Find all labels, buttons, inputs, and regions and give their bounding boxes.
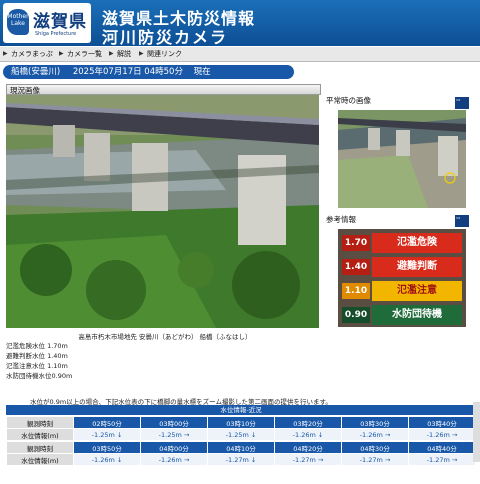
gauge-value: 1.40: [342, 259, 370, 275]
time-row-label: 観測時刻: [6, 416, 74, 429]
time-cell: 04時10分: [207, 441, 275, 454]
time-cell: 04時00分: [140, 441, 208, 454]
nav-camera-map[interactable]: カメラまっぷ: [2, 48, 53, 60]
gauge-label: 氾濫危険: [372, 233, 462, 253]
time-cell: 03時20分: [274, 416, 342, 429]
level-value: 1.10m: [47, 362, 68, 370]
logo-name: 滋賀県: [33, 12, 87, 32]
level-label: 水防団待機水位: [6, 372, 52, 380]
value-row: 水位情報(m) -1.26m ↓ -1.26m → -1.27m ↓ -1.27…: [6, 453, 476, 466]
gauge-value: 0.90: [342, 307, 370, 323]
scrollbar[interactable]: [473, 402, 480, 462]
reference-gauge-image[interactable]: 1.70 氾濫危険 1.40 避難判断 1.10 氾濫注意 0.90 水防団待機: [338, 229, 466, 327]
gauge-label: 氾濫注意: [372, 281, 462, 301]
value-cell: -1.25m ↓: [73, 428, 141, 441]
water-level-table-1: 観測時刻 02時50分 03時00分 03時10分 03時20分 03時30分 …: [6, 416, 476, 441]
value-cell: -1.27m →: [341, 453, 409, 466]
gauge-row-4: 0.90 水防団待機: [342, 303, 462, 325]
camera-caption: 高島市朽木市場地先 安曇川（あどがわ） 船橋（ふなはし）: [78, 333, 252, 341]
value-row-label: 水位情報(m): [6, 428, 74, 441]
value-cell: -1.25m →: [140, 428, 208, 441]
reference-header: 参考情報: [326, 215, 356, 224]
current-image-header: 現況画像: [6, 84, 321, 95]
time-cell: 04時20分: [274, 441, 342, 454]
gauge-row-3: 1.10 氾濫注意: [342, 279, 462, 301]
normal-camera-image[interactable]: [338, 110, 466, 208]
nav-explanation[interactable]: 解説: [108, 48, 131, 60]
gauge-value: 1.10: [342, 283, 370, 299]
time-cell: 04時40分: [408, 441, 476, 454]
mother-lake-mark: Mother Lake: [7, 9, 29, 35]
time-cell: 02時50分: [73, 416, 141, 429]
nav-camera-list[interactable]: カメラ一覧: [58, 48, 102, 60]
level-caution: 氾濫注意水位 1.10m: [6, 362, 68, 371]
status-label: 現在: [193, 67, 211, 77]
value-cell: -1.26m ↓: [73, 453, 141, 466]
time-cell: 03時00分: [140, 416, 208, 429]
level-evacuation: 避難判断水位 1.40m: [6, 352, 68, 361]
level-danger: 氾濫危険水位 1.70m: [6, 342, 68, 351]
normal-image-header: 平常時の画像: [326, 96, 371, 105]
gauge-row-2: 1.40 避難判断: [342, 255, 462, 277]
current-camera-image[interactable]: [6, 95, 319, 328]
water-level-table-2: 観測時刻 03時50分 04時00分 04時10分 04時20分 04時30分 …: [6, 441, 476, 466]
time-row-label: 観測時刻: [6, 441, 74, 454]
value-row: 水位情報(m) -1.25m ↓ -1.25m → -1.25m ↓ -1.26…: [6, 428, 476, 441]
value-cell: -1.27m →: [274, 453, 342, 466]
observation-datetime: 2025年07月17日 04時50分: [72, 67, 183, 77]
shiga-logo[interactable]: Mother Lake 滋賀県 Shiga Prefecture: [3, 3, 91, 43]
normal-river-photo: [338, 110, 466, 208]
zoom-badge-normal[interactable]: ▭: [455, 97, 469, 109]
time-cell: 03時40分: [408, 416, 476, 429]
river-bridge-photo: [6, 95, 319, 328]
level-label: 氾濫注意水位: [6, 362, 45, 370]
level-value: 1.70m: [47, 342, 68, 350]
value-cell: -1.26m →: [341, 428, 409, 441]
time-cell: 03時50分: [73, 441, 141, 454]
logo-subtitle: Shiga Prefecture: [35, 31, 77, 37]
value-cell: -1.27m →: [408, 453, 476, 466]
value-cell: -1.26m ↓: [274, 428, 342, 441]
time-cell: 03時30分: [341, 416, 409, 429]
level-value: 1.40m: [47, 352, 68, 360]
level-label: 氾濫危険水位: [6, 342, 45, 350]
level-label: 避難判断水位: [6, 352, 45, 360]
time-cell: 04時30分: [341, 441, 409, 454]
station-name: 船橋(安曇川): [11, 67, 61, 77]
value-cell: -1.25m ↓: [207, 428, 275, 441]
gauge-label: 水防団待機: [372, 305, 462, 325]
value-row-label: 水位情報(m): [6, 453, 74, 466]
value-cell: -1.26m →: [140, 453, 208, 466]
nav-related-links[interactable]: 関連リンク: [138, 48, 182, 60]
time-row: 観測時刻 03時50分 04時00分 04時10分 04時20分 04時30分 …: [6, 441, 476, 454]
level-standby: 水防団待機水位0.90m: [6, 372, 72, 381]
site-header: Mother Lake 滋賀県 Shiga Prefecture 滋賀県土木防災…: [0, 0, 480, 47]
value-cell: -1.27m ↓: [207, 453, 275, 466]
location-bar: 船橋(安曇川) 2025年07月17日 04時50分 現在: [3, 65, 294, 79]
value-cell: -1.26m →: [408, 428, 476, 441]
level-value: 0.90m: [51, 372, 73, 380]
water-level-title: 水位情報-近況: [6, 405, 476, 415]
site-subtitle: 河川防災カメラ: [102, 28, 229, 47]
gauge-panel: 1.70 氾濫危険 1.40 避難判断 1.10 氾濫注意 0.90 水防団待機: [342, 231, 462, 325]
gauge-value: 1.70: [342, 235, 370, 251]
gauge-label: 避難判断: [372, 257, 462, 277]
zoom-badge-reference[interactable]: ▭: [455, 215, 469, 227]
time-row: 観測時刻 02時50分 03時00分 03時10分 03時20分 03時30分 …: [6, 416, 476, 429]
gauge-row-1: 1.70 氾濫危険: [342, 231, 462, 253]
nav-bar: カメラまっぷ カメラ一覧 解説 関連リンク: [0, 47, 480, 62]
time-cell: 03時10分: [207, 416, 275, 429]
